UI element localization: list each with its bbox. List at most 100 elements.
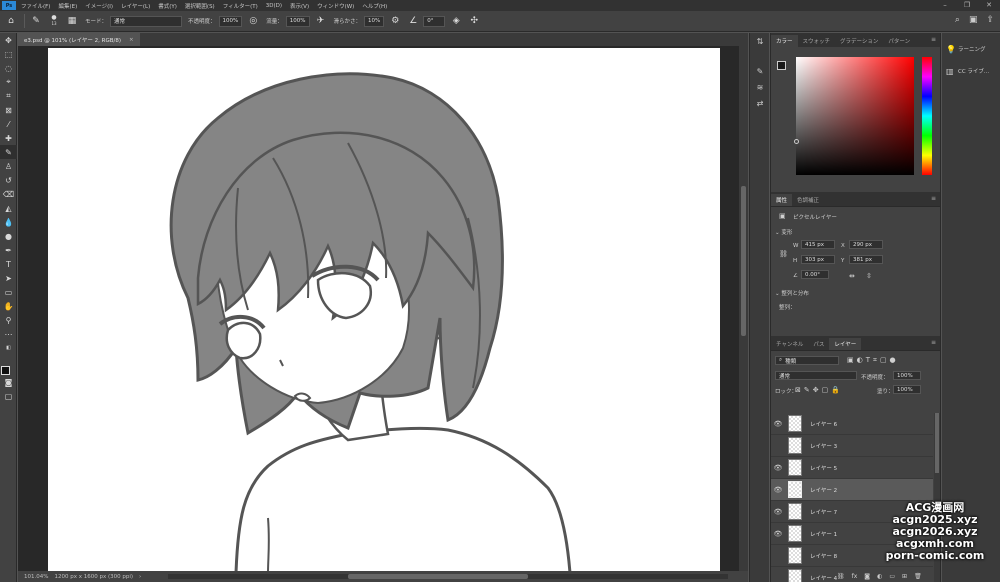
fill-input[interactable]: 100% [893,385,921,394]
zoom-tool-icon[interactable]: ⚲ [0,313,17,327]
new-group-icon[interactable]: ▭ [889,573,895,580]
add-mask-icon[interactable]: ◙ [864,573,870,580]
panel-menu-icon[interactable]: ≡ [931,195,936,202]
delete-layer-icon[interactable]: 🗑 [914,573,922,580]
angle-input[interactable]: 0° [423,15,446,27]
menu-file[interactable]: ファイル(F) [17,2,54,10]
menu-help[interactable]: ヘルプ(H) [358,2,391,10]
pressure-size-icon[interactable]: ◈ [449,14,463,28]
screen-mode-icon[interactable]: ▢ [0,389,17,403]
brush-settings-panel-icon[interactable]: ✎ [750,63,770,79]
y-input[interactable]: 381 px [849,255,883,264]
hue-slider[interactable] [922,57,932,175]
zoom-level[interactable]: 101.04% [24,574,48,580]
color-picker-handle[interactable] [794,139,799,144]
panel-menu-icon[interactable]: ≡ [931,339,936,346]
fx-icon[interactable]: fx [852,573,858,580]
layer-name[interactable]: レイヤー 1 [810,530,837,538]
menu-select[interactable]: 選択範囲(S) [181,2,219,10]
more-tools-icon[interactable]: ⋯ [0,327,17,341]
new-layer-icon[interactable]: ⊞ [902,573,907,580]
layer-row[interactable]: 👁 レイヤー 6 [771,413,933,435]
tab-properties[interactable]: 属性 [771,194,793,206]
adjustment-layer-icon[interactable]: ◐ [877,573,882,580]
layer-opacity-input[interactable]: 100% [893,371,921,380]
menu-image[interactable]: イメージ(I) [81,2,117,10]
foreground-color-swatch[interactable] [777,61,786,70]
visibility-eye-icon[interactable]: 👁 [771,486,785,494]
marquee-tool-icon[interactable]: ⬚ [0,47,17,61]
tab-channels[interactable]: チャンネル [771,338,808,350]
align-section-toggle[interactable]: ⌄ 整列と分布 [775,289,809,297]
tab-adjustments[interactable]: 色調補正 [792,194,824,206]
visibility-eye-icon[interactable]: 👁 [771,464,785,472]
foreground-color-swatch[interactable] [1,366,10,375]
visibility-eye-icon[interactable]: 👁 [771,574,785,582]
minimize-button[interactable]: – [934,0,956,11]
paint-bucket-tool-icon[interactable]: ◭ [0,201,17,215]
menu-filter[interactable]: フィルター(T) [219,2,262,10]
menu-layer[interactable]: レイヤー(L) [117,2,154,10]
hand-tool-icon[interactable]: ✋ [0,299,17,313]
adjust-panel-icon[interactable]: ⇄ [750,95,770,111]
flip-vertical-icon[interactable]: ⇳ [866,272,872,280]
blur-tool-icon[interactable]: 💧 [0,215,17,229]
eyedropper-tool-icon[interactable]: ⁄ [0,117,17,131]
home-icon[interactable]: ⌂ [4,14,18,28]
visibility-eye-icon[interactable]: 👁 [771,508,785,516]
layer-name[interactable]: レイヤー 7 [810,508,837,516]
move-tool-icon[interactable]: ✥ [0,33,17,47]
blend-mode-select[interactable]: 通常 [775,371,857,380]
brush-tool-icon[interactable]: ✎ [29,14,43,28]
healing-tool-icon[interactable]: ✚ [0,131,17,145]
menu-window[interactable]: ウィンドウ(W) [313,2,358,10]
pen-tool-icon[interactable]: ✒ [0,243,17,257]
scrollbar-thumb[interactable] [935,413,939,473]
document-tab[interactable]: e3.psd @ 101% (レイヤー 2, RGB/8) × [18,33,140,46]
panel-menu-icon[interactable]: ≡ [931,36,936,43]
layer-name[interactable]: レイヤー 5 [810,464,837,472]
stamp-tool-icon[interactable]: ♙ [0,159,17,173]
layer-name[interactable]: レイヤー 3 [810,442,837,450]
menu-3d[interactable]: 3D(D) [262,3,286,9]
canvas-area[interactable] [18,46,742,571]
scrollbar-thumb[interactable] [741,186,746,336]
flip-horizontal-icon[interactable]: ⇹ [849,272,855,280]
brush-settings-icon[interactable]: ▦ [65,14,79,28]
layer-name[interactable]: レイヤー 2 [810,486,837,494]
color-picker-field[interactable] [794,57,914,175]
visibility-eye-icon[interactable]: 👁 [771,530,785,538]
smoothing-settings-icon[interactable]: ⚙ [388,14,402,28]
visibility-eye-icon[interactable]: 👁 [771,442,785,450]
history-brush-tool-icon[interactable]: ↺ [0,173,17,187]
eraser-tool-icon[interactable]: ⌫ [0,187,17,201]
learn-panel-button[interactable]: 💡 ラーニング [942,38,1000,60]
frame-tool-icon[interactable]: ⊠ [0,103,17,117]
layer-row[interactable]: 👁 レイヤー 5 [771,457,933,479]
quick-select-tool-icon[interactable]: ⌖ [0,75,17,89]
smoothing-input[interactable]: 10% [364,15,385,27]
tab-paths[interactable]: パス [808,338,829,350]
close-window-button[interactable]: ✕ [978,0,1000,11]
flow-input[interactable]: 100% [285,15,310,27]
visibility-eye-icon[interactable]: 👁 [771,552,785,560]
restore-button[interactable]: ❐ [956,0,978,11]
airbrush-icon[interactable]: ✈ [314,14,328,28]
crop-tool-icon[interactable]: ⌗ [0,89,17,103]
height-input[interactable]: 303 px [801,255,835,264]
opacity-input[interactable]: 100% [218,15,243,27]
search-icon[interactable]: ⌕ [955,15,960,25]
transform-section-toggle[interactable]: ⌄ 変形 [775,228,792,236]
history-panel-icon[interactable]: ⇅ [750,33,770,49]
tab-swatches[interactable]: スウォッチ [798,35,836,47]
close-tab-icon[interactable]: × [129,37,134,43]
pressure-opacity-icon[interactable]: ◎ [246,14,260,28]
menu-edit[interactable]: 編集(E) [54,2,81,10]
rectangle-tool-icon[interactable]: ▭ [0,285,17,299]
link-icon[interactable]: ⛓ [779,250,788,258]
lasso-tool-icon[interactable]: ◌ [0,61,17,75]
canvas-vertical-scrollbar[interactable] [739,46,748,571]
layer-name[interactable]: レイヤー 8 [810,552,837,560]
layer-name[interactable]: レイヤー 6 [810,420,837,428]
mode-select[interactable]: 通常 [110,15,183,27]
